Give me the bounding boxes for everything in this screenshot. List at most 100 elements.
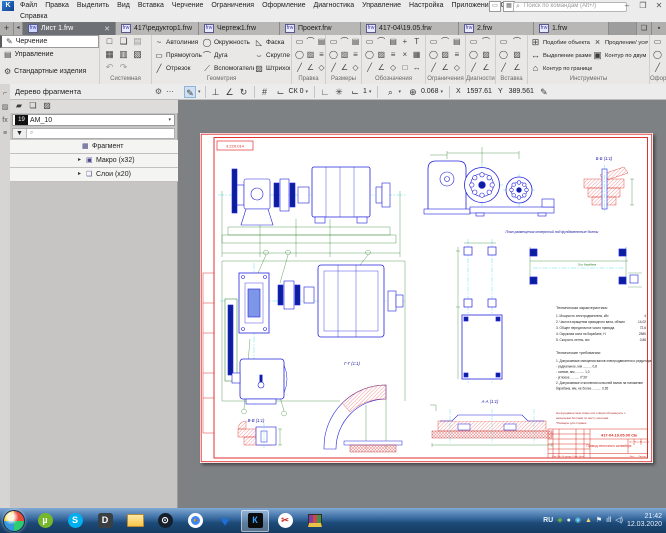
tool-icon[interactable]: ∠ (440, 62, 451, 74)
tool-icon[interactable]: ⌒ (512, 36, 523, 48)
menu-settings[interactable]: Настройка (405, 0, 447, 9)
tool-icon[interactable]: ╱ (364, 62, 375, 74)
taskbar-health[interactable]: ♥ (211, 510, 239, 532)
title-block[interactable]: 417-04.19.05.00 СБ Привод ленточного кон… (548, 429, 650, 458)
start-button[interactable] (3, 510, 25, 532)
expand-icon[interactable]: ▸ (78, 168, 81, 181)
menu-insert[interactable]: Вставка (134, 0, 168, 9)
section-v-v[interactable] (238, 421, 282, 449)
restore-button[interactable]: ❐ (636, 0, 650, 11)
tool-chamfer[interactable]: ◺Фаска (254, 36, 290, 49)
chevron-down-icon[interactable]: ▾ (168, 117, 171, 123)
tab-scroll-button[interactable]: ◂ (14, 22, 23, 35)
menu-manage[interactable]: Управление (358, 0, 405, 9)
tool-icon[interactable]: ▨ (481, 49, 492, 61)
tool-icon[interactable]: ◇ (350, 62, 361, 74)
rounding-icon[interactable]: ✳ (333, 86, 345, 98)
pick-pencil-icon[interactable]: ✎ (538, 86, 550, 98)
menu-draw[interactable]: Черчение (168, 0, 208, 9)
section-a-a[interactable] (430, 405, 552, 447)
undo-icon[interactable]: ↶ (104, 62, 115, 73)
view-guard-section[interactable] (324, 385, 402, 452)
tool-icon[interactable]: ∠ (339, 62, 350, 74)
tool-icon[interactable]: ▤ (388, 36, 399, 48)
tool-icon[interactable]: ◯ (498, 49, 509, 61)
drawing-canvas[interactable]: 3.220.014 (178, 100, 666, 508)
tool-icon[interactable]: ╱ (468, 62, 479, 74)
save-icon[interactable]: ▤ (132, 36, 143, 47)
taskbar-utorrent[interactable]: µ (31, 510, 59, 532)
open-icon[interactable]: ❏ (118, 36, 129, 47)
coord-system-select[interactable]: ⌙СК 0▾ (273, 86, 311, 98)
command-search-input[interactable]: ⌕ Поиск по командам (Alt+/) (513, 2, 627, 12)
link-icon[interactable]: ❏ (28, 101, 38, 111)
tool-icon[interactable]: T (411, 36, 422, 48)
close-button[interactable]: ✕ (652, 0, 666, 11)
tab-reduktor1[interactable]: frw417\редуктор1.frw (116, 22, 199, 35)
menu-file[interactable]: Файл (16, 0, 41, 9)
view-front-reducer[interactable] (424, 147, 554, 216)
tab-1frw[interactable]: frw1.frw (534, 22, 609, 35)
taskbar-cut-tool[interactable]: ✂ (271, 510, 299, 532)
zoom-select[interactable]: ⌕▾ (382, 86, 403, 98)
tool-icon[interactable]: ⌒ (376, 36, 387, 48)
tool-icon[interactable]: ▦ (411, 49, 422, 61)
app-logo-icon[interactable]: K (2, 1, 14, 11)
print-icon[interactable]: ▦ (104, 49, 115, 60)
fx-icon[interactable]: fx (0, 117, 10, 124)
tree-item-macro[interactable]: ▸ ▣ Макро (x32) (10, 154, 178, 168)
tool-icon[interactable]: ◯ (652, 49, 663, 61)
tool-icon[interactable]: ⌒ (481, 36, 492, 48)
menu-styling[interactable]: Оформление (258, 0, 309, 9)
tool-autoline[interactable]: ~Автолиния (154, 36, 202, 49)
redo-icon[interactable]: ↷ (118, 62, 129, 73)
volume-icon[interactable]: ◁) (615, 517, 623, 525)
tab-417-04[interactable]: frw417-04\19.05.frw (361, 22, 459, 35)
tool-icon[interactable]: ╱ (652, 62, 663, 74)
tool-icon[interactable]: ◯ (328, 49, 339, 61)
tool-icon[interactable]: ╱ (428, 62, 439, 74)
export-icon[interactable]: ▧ (132, 49, 143, 60)
tool-arc[interactable]: ⌒Дуга (202, 49, 254, 62)
nvidia-tray-icon[interactable]: ◈ (557, 517, 562, 525)
update-tray-icon[interactable]: ▲ (585, 517, 592, 525)
tool-trim-extend[interactable]: ×Продление/ усечение (592, 36, 648, 49)
taskbar-kompas[interactable]: К (241, 510, 269, 532)
tree-search-input[interactable]: ⌕ (26, 129, 174, 138)
tool-icon[interactable]: ╱ (498, 62, 509, 74)
tool-icon[interactable]: ▨ (339, 49, 350, 61)
tool-icon[interactable]: ∠ (512, 62, 523, 74)
panel-toggle-icon[interactable]: ⌐ (0, 90, 10, 97)
expand-icon[interactable]: ▸ (78, 154, 81, 167)
tool-icon[interactable]: ▨ (376, 49, 387, 61)
new-doc-icon[interactable]: □ (104, 36, 115, 47)
tool-icon[interactable]: ◯ (364, 49, 375, 61)
tool-icon[interactable]: ⌒ (305, 36, 316, 48)
shield-tray-icon[interactable]: ● (567, 517, 571, 525)
tool-icon[interactable]: ⌒ (339, 36, 350, 48)
tool-icon[interactable]: ◯ (294, 49, 305, 61)
tab-chertezh1[interactable]: frwЧертеж1.frw (199, 22, 280, 35)
tool-icon[interactable]: × (399, 49, 410, 61)
tool-icon[interactable]: ≡ (388, 49, 399, 61)
tool-icon[interactable]: ∠ (376, 62, 387, 74)
tool-icon[interactable]: ≡ (350, 49, 361, 61)
taskbar-skype[interactable]: S (61, 510, 89, 532)
tool-icon[interactable]: ▭ (328, 36, 339, 48)
fragment-combo[interactable]: 19 AM_10 ▾ (12, 114, 175, 126)
tool-icon[interactable]: ∠ (305, 62, 316, 74)
tool-rectangle[interactable]: ▭Прямоугольник (154, 49, 202, 62)
tool-icon[interactable]: ≡ (451, 49, 462, 61)
tool-icon[interactable]: ▨ (512, 49, 523, 61)
menu-view[interactable]: Вид (113, 0, 134, 9)
ribbon-tab-upravlenie[interactable]: ▤Управление (0, 48, 99, 61)
menu-select[interactable]: Выделить (73, 0, 113, 9)
tool-auxline[interactable]: ⟋Вспомогатель..прямая (202, 62, 254, 75)
gear-icon[interactable]: ⚙ (155, 84, 162, 100)
style-pencil-icon[interactable]: ✎ (184, 86, 196, 98)
layer-select[interactable]: ⌙1▾ (347, 86, 373, 98)
snap-angle-icon[interactable]: ∠ (224, 86, 236, 98)
tool-icon[interactable]: ▭ (652, 36, 663, 48)
tool-icon[interactable]: ◯ (428, 49, 439, 61)
taskbar-winrar[interactable] (301, 510, 329, 532)
